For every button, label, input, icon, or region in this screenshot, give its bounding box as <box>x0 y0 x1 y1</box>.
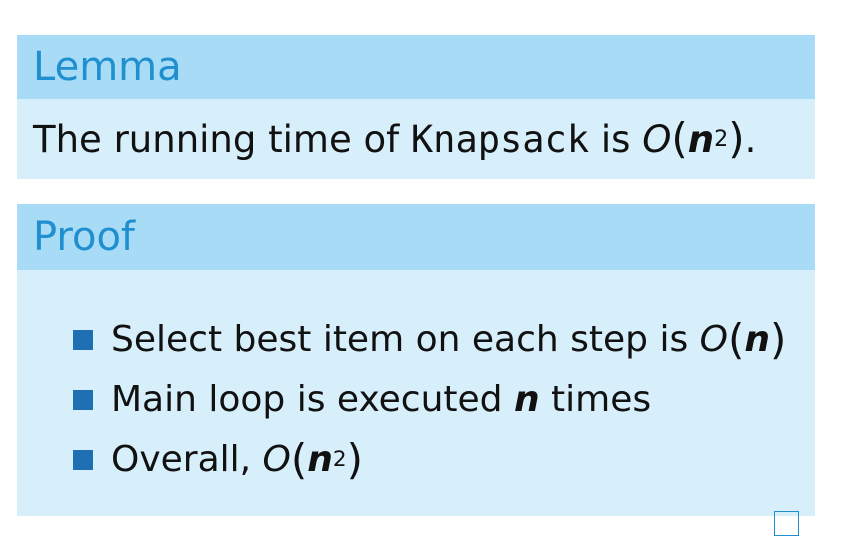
item-text-before: Main loop is executed <box>111 379 514 420</box>
period: . <box>744 117 757 161</box>
algorithm-name: Knapsack <box>410 117 590 161</box>
list-item: Main loop is executed n times <box>73 370 786 430</box>
qed-icon <box>774 511 799 536</box>
close-paren: ) <box>346 435 364 485</box>
list-item: Overall, O(n 2) <box>73 430 786 490</box>
list-item: Select best item on each step is O(n) <box>73 310 786 370</box>
lemma-text-mid: is <box>589 117 643 161</box>
item-text-after: times <box>539 379 652 420</box>
lemma-text-prefix: The running time of <box>33 117 411 161</box>
proof-body: Select best item on each step is O(n) Ma… <box>17 270 815 536</box>
proof-list: Select best item on each step is O(n) Ma… <box>73 310 786 490</box>
math-variable-n: n <box>513 379 540 420</box>
math-variable-n: n <box>687 117 715 161</box>
math-variable-n: n <box>307 439 333 480</box>
lemma-title: Lemma <box>17 35 815 99</box>
item-text: Select best item on each step is <box>111 319 700 360</box>
open-paren: ( <box>290 435 308 485</box>
square-bullet-icon <box>73 450 93 470</box>
big-o-symbol: O <box>699 319 728 360</box>
item-text: Overall, <box>111 439 263 480</box>
square-bullet-icon <box>73 330 93 350</box>
big-o-symbol: O <box>642 117 672 161</box>
square-bullet-icon <box>73 390 93 410</box>
proof-block: Proof Select best item on each step is O… <box>17 204 815 536</box>
proof-title: Proof <box>17 204 815 270</box>
close-paren: ) <box>770 315 787 365</box>
math-variable-n: n <box>744 319 771 360</box>
big-o-symbol: O <box>262 439 291 480</box>
lemma-block: Lemma The running time of Knapsack is O(… <box>17 35 815 179</box>
open-paren: ( <box>728 315 745 365</box>
open-paren: ( <box>671 114 688 164</box>
close-paren: ) <box>728 114 745 164</box>
lemma-statement: The running time of Knapsack is O(n 2). <box>17 99 815 179</box>
